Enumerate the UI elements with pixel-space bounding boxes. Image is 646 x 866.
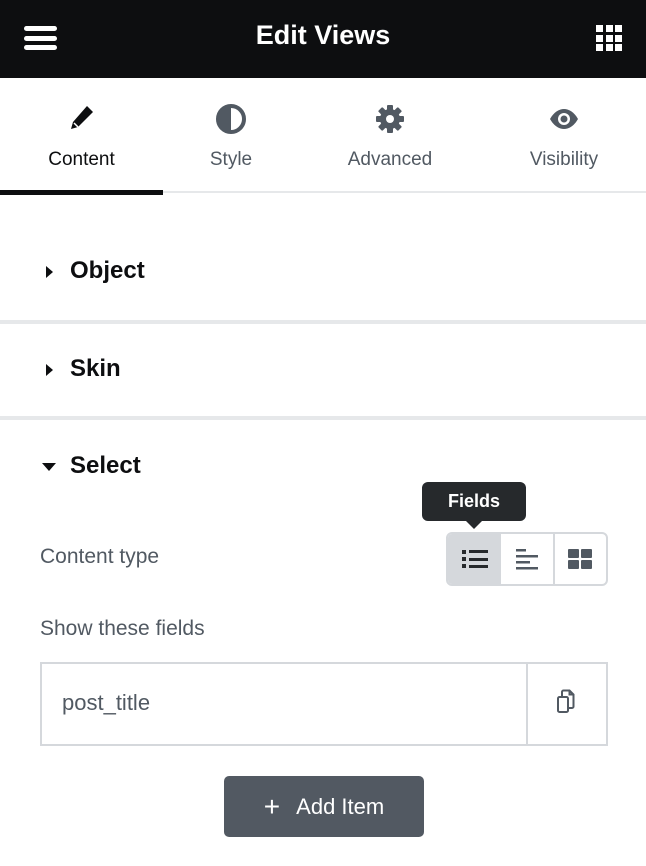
content-type-choices bbox=[446, 532, 608, 586]
eye-icon bbox=[550, 109, 578, 129]
tab-label: Advanced bbox=[347, 149, 433, 170]
tooltip: Fields bbox=[422, 482, 526, 529]
gear-icon bbox=[376, 105, 404, 133]
tab-style[interactable]: Style bbox=[163, 78, 299, 193]
caret-right-icon bbox=[46, 364, 53, 376]
section-title: Skin bbox=[70, 355, 121, 382]
pencil-icon bbox=[70, 106, 93, 129]
tab-label: Content bbox=[48, 149, 115, 170]
section-object[interactable]: Object bbox=[0, 195, 646, 320]
half-circle-icon bbox=[216, 104, 246, 134]
tab-label: Style bbox=[209, 149, 253, 170]
repeater-item[interactable]: post_title bbox=[40, 662, 608, 746]
copy-icon bbox=[557, 689, 575, 713]
align-left-icon bbox=[516, 549, 539, 570]
section-select[interactable]: Select bbox=[0, 420, 646, 480]
duplicate-button[interactable] bbox=[526, 664, 606, 744]
caret-right-icon bbox=[46, 266, 53, 278]
tab-content[interactable]: Content bbox=[0, 78, 163, 195]
tab-label: Visibility bbox=[529, 149, 599, 170]
panel-tabs: Content Style Advanced Visibility bbox=[0, 78, 646, 195]
choice-text[interactable] bbox=[501, 534, 555, 584]
grid-icon[interactable] bbox=[596, 25, 622, 51]
tab-visibility[interactable]: Visibility bbox=[490, 78, 638, 193]
section-skin[interactable]: Skin bbox=[0, 324, 646, 416]
choice-grid[interactable] bbox=[555, 534, 606, 584]
repeater-item-title: post_title bbox=[62, 690, 151, 715]
tab-advanced[interactable]: Advanced bbox=[320, 78, 460, 193]
show-fields-label: Show these fields bbox=[40, 617, 205, 640]
list-icon bbox=[462, 550, 488, 568]
add-item-label: Add Item bbox=[296, 793, 385, 819]
app-header: Edit Views bbox=[0, 0, 646, 78]
page-title: Edit Views bbox=[255, 20, 391, 50]
section-title: Object bbox=[70, 257, 145, 284]
section-title: Select bbox=[70, 452, 141, 479]
add-item-button[interactable]: + Add Item bbox=[224, 776, 424, 837]
caret-down-icon bbox=[42, 463, 56, 471]
choice-fields[interactable] bbox=[448, 534, 502, 584]
grid-blocks-icon bbox=[567, 549, 592, 569]
plus-icon: + bbox=[263, 790, 281, 822]
content-type-label: Content type bbox=[40, 545, 160, 568]
